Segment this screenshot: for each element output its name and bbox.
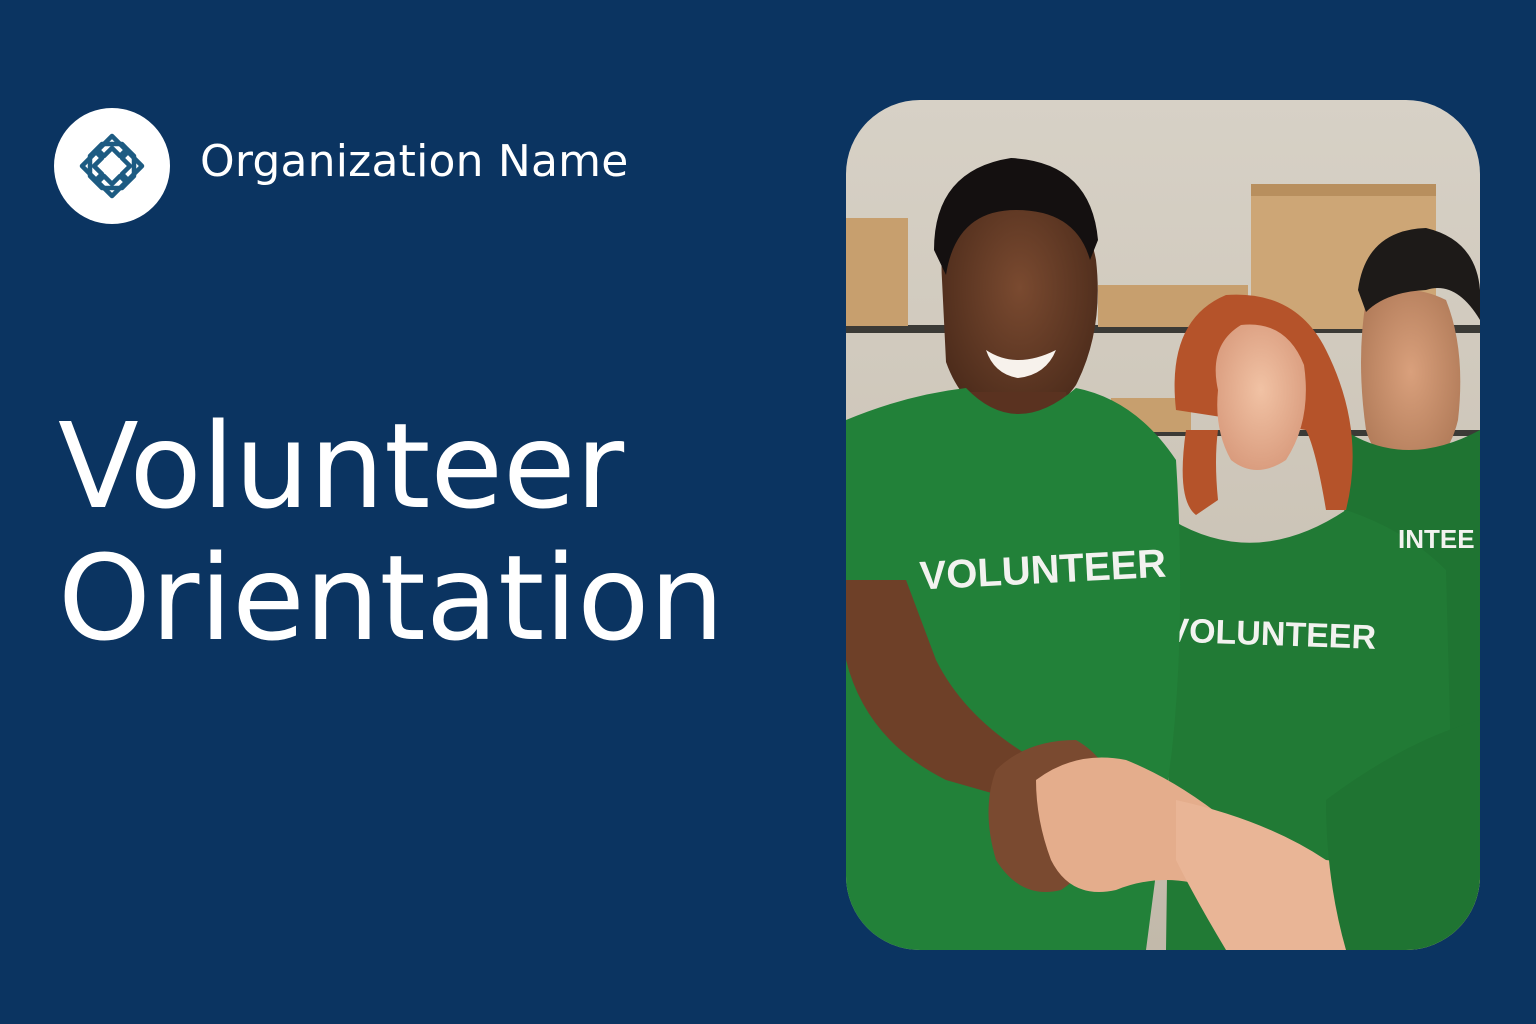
volunteers-photo: VOLUNTEER INTEE VOLUNTEER xyxy=(846,100,1480,950)
knot-star-icon xyxy=(79,133,145,199)
title-line-1: Volunteer xyxy=(58,397,625,535)
organization-logo xyxy=(54,108,170,224)
woman-shirt-text: VOLUNTEER xyxy=(1166,612,1377,657)
page-title: Volunteer Orientation xyxy=(58,400,724,664)
organization-name: Organization Name xyxy=(200,136,629,187)
right-shirt-text: INTEE xyxy=(1398,524,1475,554)
title-line-2: Orientation xyxy=(58,529,725,667)
